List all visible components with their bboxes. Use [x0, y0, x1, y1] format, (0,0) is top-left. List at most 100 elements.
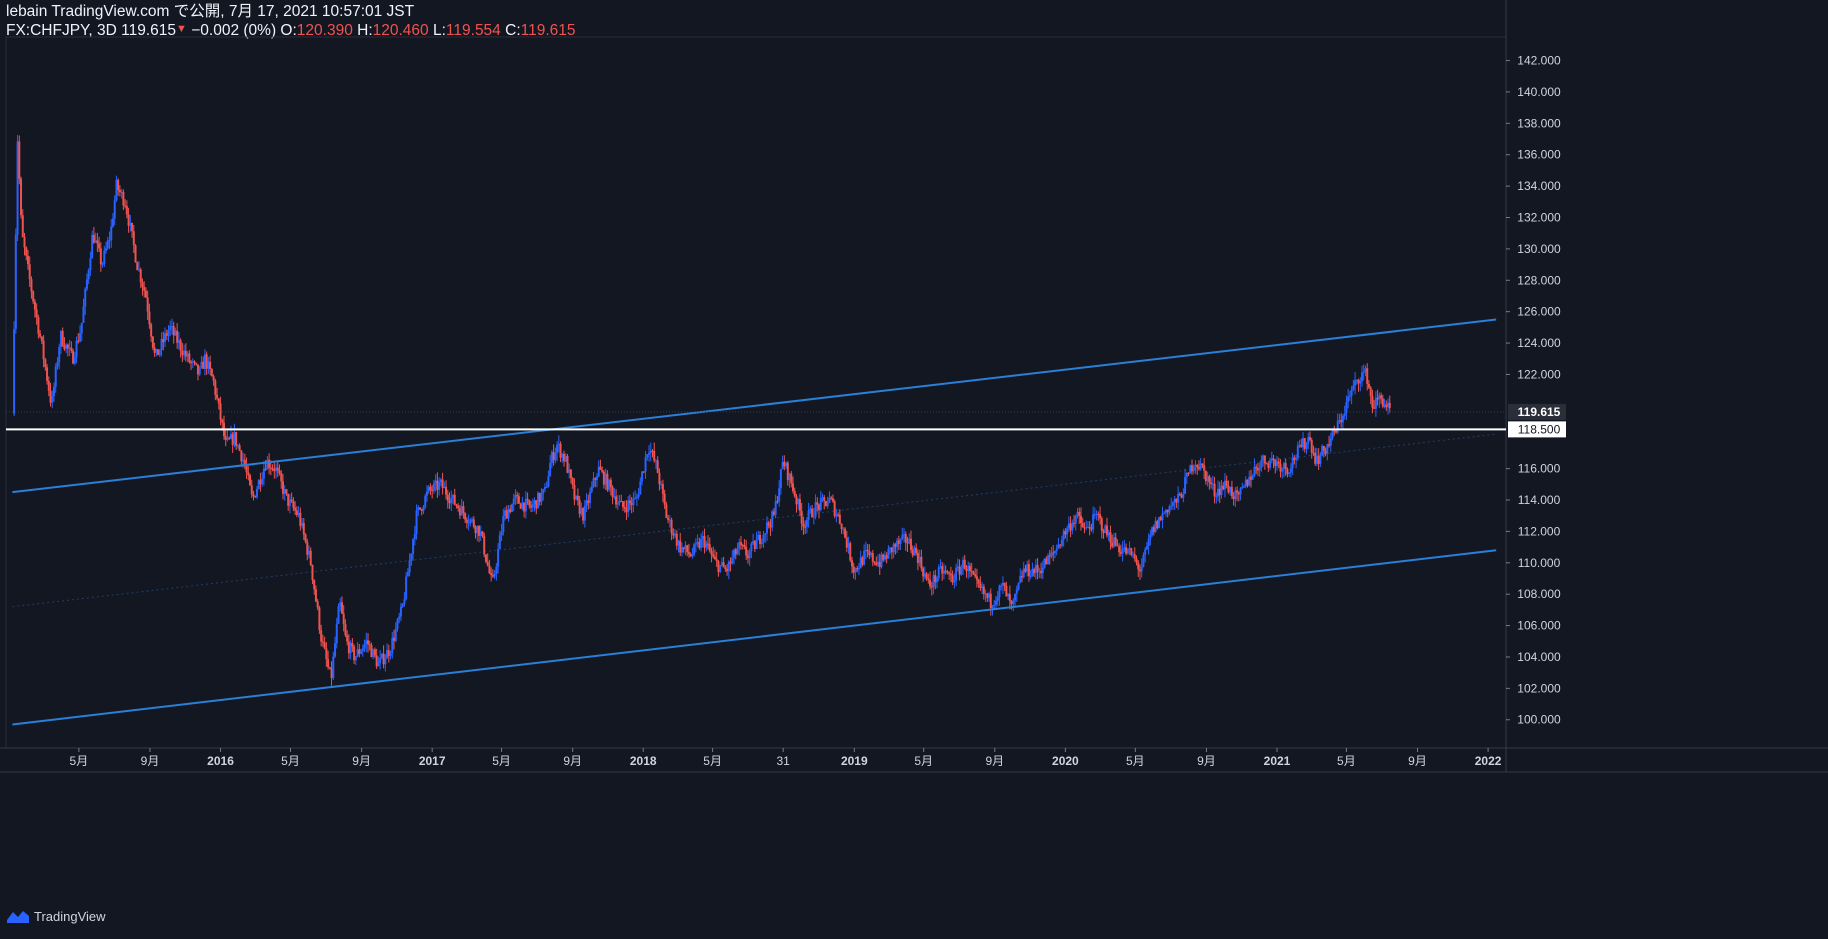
candle-body [65, 344, 68, 350]
candle-body [1251, 475, 1254, 480]
candle-body [1326, 444, 1329, 454]
candle-body [1277, 461, 1280, 464]
candle-body [261, 478, 264, 485]
candle-body [144, 290, 147, 298]
candle-body [172, 325, 175, 336]
footer-brand[interactable]: TradingView [6, 908, 106, 924]
candle-body [214, 380, 217, 395]
candle-body [200, 361, 203, 368]
candle-body [1159, 517, 1162, 520]
candle-body [39, 333, 42, 337]
candle-body [1210, 482, 1213, 485]
candle-body [962, 559, 965, 568]
candle-body [1083, 527, 1086, 529]
candle-body [110, 226, 113, 241]
candle-body [968, 565, 971, 571]
candle-body [864, 549, 867, 551]
candle-body [1364, 368, 1367, 373]
candle-body [651, 450, 654, 452]
candle-body [1234, 490, 1237, 500]
candle-body [663, 493, 666, 505]
candle-body [760, 541, 763, 544]
candle-body [1291, 457, 1294, 469]
candle-body [857, 568, 860, 570]
candle-body [1147, 538, 1150, 547]
candle-body [1236, 490, 1239, 493]
candle-body [169, 326, 172, 330]
candle-body [89, 258, 92, 271]
candle-body [752, 541, 755, 544]
y-tick-label: 108.000 [1517, 587, 1561, 601]
candle-body [661, 484, 664, 494]
candle-body [340, 602, 343, 614]
candle-body [741, 544, 744, 546]
candle-body [108, 240, 111, 242]
candle-body [330, 668, 333, 678]
candle-body [184, 350, 187, 357]
candle-body [531, 504, 534, 508]
y-tick-label: 106.000 [1517, 619, 1561, 633]
candle-body [174, 330, 177, 336]
candle-body [72, 350, 75, 364]
candle-body [628, 500, 631, 503]
candle-body [536, 492, 539, 509]
candle-body [667, 517, 670, 520]
candle-body [1048, 555, 1051, 557]
candle-body [816, 502, 819, 505]
candle-body [1130, 548, 1133, 555]
candle-body [280, 472, 283, 482]
candle-body [101, 263, 104, 265]
candle-body [58, 347, 61, 363]
candle-body [1279, 463, 1282, 472]
candle-body [622, 501, 625, 507]
candle-body [1196, 465, 1199, 468]
candle-body [1284, 463, 1287, 470]
candle-body [1027, 564, 1030, 577]
candle-body [642, 471, 645, 473]
candle-body [398, 616, 401, 620]
candle-body [186, 353, 189, 357]
candle-body [856, 568, 859, 570]
candle-body [623, 506, 626, 509]
candle-body [469, 519, 472, 523]
candle-body [1322, 445, 1325, 451]
candle-body [275, 467, 278, 472]
candle-body [1282, 463, 1285, 469]
candle-body [963, 559, 966, 569]
candle-body [446, 494, 449, 501]
candle-body [635, 496, 638, 498]
candle-body [420, 509, 423, 511]
candle-body [1303, 438, 1306, 449]
candle-body [608, 479, 611, 490]
candle-body [455, 504, 458, 506]
candle-body [207, 361, 210, 369]
candle-body [431, 490, 434, 492]
candle-body [1317, 455, 1320, 465]
candle-body [899, 538, 902, 544]
candle-body [923, 573, 926, 577]
candle-body [464, 513, 467, 520]
candle-body [1237, 492, 1240, 495]
candle-body [656, 460, 659, 473]
candle-body [1017, 582, 1020, 590]
candle-body [653, 451, 656, 461]
candle-body [412, 539, 415, 554]
candle-body [285, 489, 288, 494]
candle-body [1182, 493, 1185, 498]
candle-body [1223, 480, 1226, 490]
candlestick-chart[interactable]: 100.000 102.000 104.000 106.000 108.000 110.0… [0, 0, 1828, 939]
candle-body [616, 502, 619, 505]
candle-body [1116, 545, 1119, 547]
candle-body [556, 444, 559, 453]
candle-body [1020, 576, 1023, 578]
candle-body [424, 495, 427, 507]
candle-body [415, 510, 418, 534]
candle-body [759, 534, 762, 544]
candle-body [40, 336, 43, 341]
candle-body [344, 624, 347, 636]
candle-body [1059, 544, 1062, 546]
candle-body [70, 347, 73, 351]
candle-body [1348, 395, 1351, 397]
candle-body [1123, 547, 1126, 550]
candle-body [1119, 552, 1122, 554]
